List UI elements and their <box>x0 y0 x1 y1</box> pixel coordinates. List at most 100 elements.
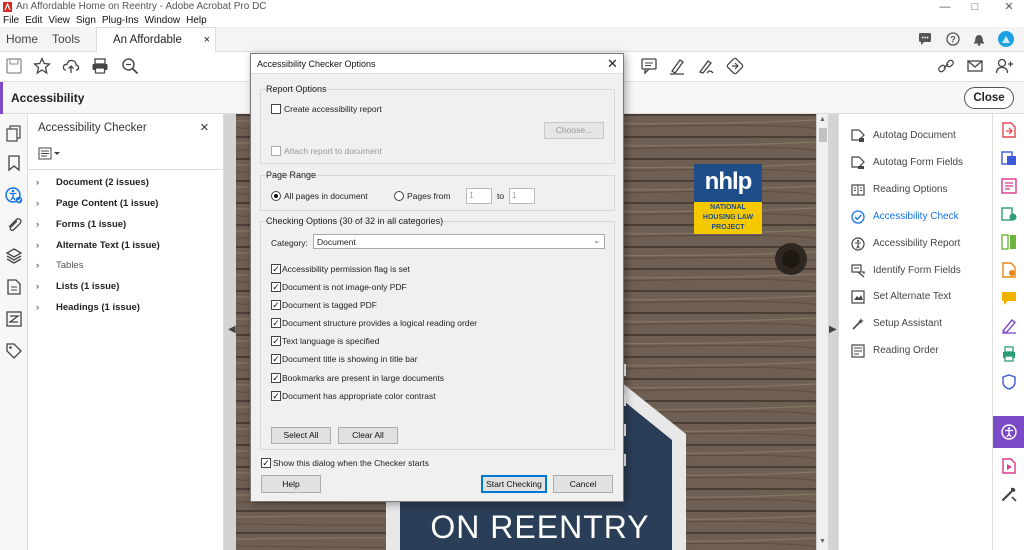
tab-tools[interactable]: Tools <box>44 27 88 52</box>
menu-edit[interactable]: Edit <box>22 14 45 27</box>
tree-item-lists[interactable]: › Lists (1 issue) <box>36 281 119 297</box>
menu-file[interactable]: File <box>0 14 22 27</box>
star-icon[interactable] <box>33 57 53 77</box>
accessibility-checker-icon[interactable] <box>5 186 23 204</box>
share-link-icon[interactable] <box>937 57 957 77</box>
user-avatar[interactable] <box>998 31 1014 47</box>
content-order-icon[interactable] <box>5 310 23 328</box>
tab-home[interactable]: Home <box>0 27 44 52</box>
expand-chevron-icon[interactable]: › <box>36 219 56 230</box>
check-title-bar-checkbox[interactable]: ✓ <box>271 354 281 364</box>
maximize-button[interactable]: □ <box>960 0 990 14</box>
tags-icon[interactable] <box>5 342 23 360</box>
minimize-button[interactable]: — <box>930 0 960 14</box>
check-color-contrast-checkbox[interactable]: ✓ <box>271 391 281 401</box>
comment-icon[interactable] <box>918 32 932 46</box>
close-tool-button[interactable]: Close <box>964 87 1014 109</box>
select-all-button[interactable]: Select All <box>271 427 331 444</box>
show-dialog-checkbox[interactable]: ✓ <box>261 458 271 468</box>
edit-pdf-icon[interactable] <box>1001 178 1017 194</box>
notification-bell-icon[interactable] <box>972 32 986 46</box>
check-bookmarks-checkbox[interactable]: ✓ <box>271 373 281 383</box>
tab-document[interactable]: An Affordable Hom... × <box>96 27 216 70</box>
dialog-close-icon[interactable]: ✕ <box>607 56 618 72</box>
organize-pages-icon[interactable] <box>1001 234 1017 250</box>
check-permission-flag-checkbox[interactable]: ✓ <box>271 264 281 274</box>
start-checking-button[interactable]: Start Checking <box>481 475 547 493</box>
attachment-paperclip-icon[interactable] <box>5 216 23 234</box>
scroll-down-arrow-icon[interactable]: ▼ <box>819 538 826 545</box>
combine-files-icon[interactable] <box>1001 206 1017 222</box>
check-text-language-checkbox[interactable]: ✓ <box>271 336 281 346</box>
menu-window[interactable]: Window <box>142 14 184 27</box>
all-pages-radio[interactable] <box>271 191 281 201</box>
expand-chevron-icon[interactable]: › <box>36 260 56 271</box>
category-select[interactable]: Document ⌄ <box>313 234 605 249</box>
print-icon[interactable] <box>91 57 111 77</box>
tree-item-headings[interactable]: › Headings (1 issue) <box>36 302 140 318</box>
expand-chevron-icon[interactable]: › <box>36 240 56 251</box>
comment-tool-icon[interactable] <box>640 57 660 77</box>
create-pdf-icon[interactable] <box>1001 150 1017 166</box>
pages-from-radio[interactable] <box>394 191 404 201</box>
help-icon[interactable]: ? <box>946 32 960 46</box>
tree-item-forms[interactable]: › Forms (1 issue) <box>36 219 126 235</box>
expand-chevron-icon[interactable]: › <box>36 281 56 292</box>
collapse-left-arrow-icon[interactable]: ◀ <box>228 324 236 335</box>
bookmark-icon[interactable] <box>5 154 23 172</box>
tree-item-page-content[interactable]: › Page Content (1 issue) <box>36 198 158 214</box>
accessibility-tool-active[interactable] <box>993 416 1024 448</box>
comment-tool-rail-icon[interactable] <box>1001 290 1017 306</box>
pages-from-input[interactable]: 1 <box>466 188 492 204</box>
create-report-checkbox[interactable] <box>271 104 281 114</box>
protect-shield-icon[interactable] <box>1001 374 1017 390</box>
sign-icon[interactable] <box>697 57 717 77</box>
layers-icon[interactable] <box>5 247 23 265</box>
check-tagged-pdf-checkbox[interactable]: ✓ <box>271 300 281 310</box>
menu-sign[interactable]: Sign <box>73 14 99 27</box>
checker-close-icon[interactable]: × <box>200 119 209 136</box>
print-production-icon[interactable] <box>1001 346 1017 362</box>
tree-item-tables[interactable]: › Tables <box>36 260 83 276</box>
export-pdf-icon[interactable] <box>1001 122 1017 138</box>
save-icon[interactable] <box>5 57 25 77</box>
help-button[interactable]: Help <box>261 475 321 493</box>
request-signature-icon[interactable] <box>1001 262 1017 278</box>
document-properties-icon[interactable] <box>5 278 23 296</box>
menu-view[interactable]: View <box>45 14 73 27</box>
page-thumbnails-icon[interactable] <box>5 124 23 142</box>
attach-report-checkbox[interactable] <box>271 146 281 156</box>
highlight-pen-icon[interactable] <box>668 57 688 77</box>
check-not-image-only-checkbox[interactable]: ✓ <box>271 282 281 292</box>
scroll-up-arrow-icon[interactable]: ▲ <box>819 116 826 123</box>
window-close-button[interactable]: ✕ <box>994 0 1024 14</box>
menu-plug-ins[interactable]: Plug-Ins <box>99 14 142 27</box>
expand-chevron-icon[interactable]: › <box>36 198 56 209</box>
attach-report-label: Attach report to document <box>284 146 382 156</box>
zoom-search-icon[interactable] <box>121 57 141 77</box>
cloud-upload-icon[interactable] <box>62 57 82 77</box>
clear-all-button[interactable]: Clear All <box>338 427 398 444</box>
scrollbar-thumb[interactable] <box>819 128 827 142</box>
pages-to-input[interactable]: 1 <box>509 188 535 204</box>
check-reading-order-checkbox[interactable]: ✓ <box>271 318 281 328</box>
tree-item-alternate-text[interactable]: › Alternate Text (1 issue) <box>36 240 160 256</box>
add-user-icon[interactable] <box>995 57 1015 77</box>
menu-help[interactable]: Help <box>183 14 210 27</box>
more-tools-wrench-icon[interactable] <box>1001 486 1017 502</box>
fill-sign-icon[interactable] <box>1001 318 1017 334</box>
options-menu-icon[interactable] <box>38 147 62 161</box>
vertical-scrollbar[interactable]: ▲ ▼ <box>816 114 828 550</box>
choose-button[interactable]: Choose... <box>544 122 604 139</box>
rich-media-icon[interactable] <box>1001 458 1017 474</box>
stamp-icon[interactable] <box>726 57 746 77</box>
cancel-button[interactable]: Cancel <box>553 475 613 493</box>
tree-item-document[interactable]: › Document (2 issues) <box>36 177 149 193</box>
email-icon[interactable] <box>966 57 986 77</box>
expand-chevron-icon[interactable]: › <box>36 177 56 188</box>
collapse-right-arrow-icon[interactable]: ▶ <box>829 324 837 335</box>
autotag-form-icon <box>851 156 865 170</box>
dialog-title: Accessibility Checker Options <box>257 59 376 69</box>
expand-chevron-icon[interactable]: › <box>36 302 56 313</box>
tab-close-icon[interactable]: × <box>204 28 210 52</box>
